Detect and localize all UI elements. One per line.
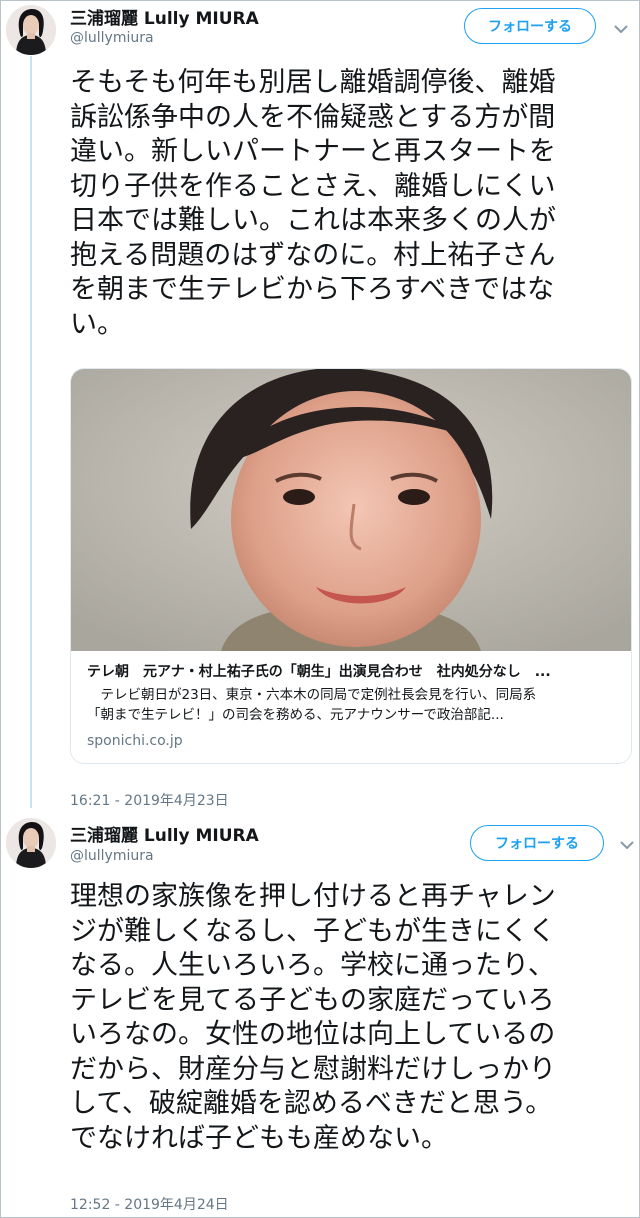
tweet-timestamp[interactable]: 16:21 - 2019年4月23日 (70, 790, 229, 810)
tweet-text-line: 切り子供を作ることさえ、離婚しにくい (70, 170, 556, 202)
tweet-text-line: 違い。新しいパートナーと再スタートを (70, 136, 556, 167)
tweet-text: 理想の家族像を押し付けると再チャレン ジが難しくなるし、子どもが生きにくく なる… (70, 880, 556, 1156)
author-name[interactable]: 三浦瑠麗 Lully MIURA (70, 821, 259, 846)
tweet-text-line: いろなの。女性の地位は向上しているの (70, 1019, 556, 1050)
avatar-portrait-icon (6, 5, 56, 55)
card-title[interactable]: テレ朝 元アナ・村上祐子氏の「朝生」出演見合わせ 社内処分なし ... (87, 661, 617, 681)
tweet-text-line: を朝まで生テレビから下ろすべきではな (70, 274, 555, 305)
tweet-text-line: でなければ子どもも産めない。 (70, 1122, 448, 1154)
card-photo (71, 369, 631, 651)
card-description: テレビ朝日が23日、東京・六本木の同局で定例社長会見を行い、同局系 「朝まで生テ… (87, 685, 617, 725)
tweet-text-line: だから、財産分与と慰謝料だけしっかり (70, 1053, 556, 1085)
tweet-text-line: い。 (70, 308, 124, 340)
link-card[interactable]: テレ朝 元アナ・村上祐子氏の「朝生」出演見合わせ 社内処分なし ... テレビ朝… (70, 368, 632, 764)
tweet-text-line: 抱える問題のはずなのに。村上祐子さん (70, 239, 556, 271)
tweet-timestamp[interactable]: 12:52 - 2019年4月24日 (70, 1194, 229, 1214)
follow-button[interactable]: フォローする (470, 825, 604, 861)
follow-button[interactable]: フォローする (464, 8, 596, 44)
tweet-text: そもそも何年も別居し離婚調停後、離婚 訴訟係争中の人を不倫疑惑とする方が間 違い… (70, 66, 556, 342)
card-description-line: テレビ朝日が23日、東京・六本木の同局で定例社長会見を行い、同局系 (87, 687, 537, 703)
chevron-down-icon[interactable] (612, 22, 630, 36)
author-handle[interactable]: @lullymiura (70, 30, 154, 46)
tweet-text-line: 訴訟係争中の人を不倫疑惑とする方が間 (70, 101, 556, 133)
author-handle[interactable]: @lullymiura (70, 848, 154, 864)
tweet-text-line: して、破綻離婚を認めるべきだと思う。 (70, 1088, 553, 1119)
avatar-portrait-icon (6, 818, 56, 868)
chevron-down-icon[interactable] (618, 838, 636, 852)
tweet-text-line: 理想の家族像を押し付けると再チャレン (70, 881, 556, 912)
tweet-text-line: テレビを見てる子どもの家庭だっていろ (70, 984, 555, 1016)
tweet-text-line: ジが難しくなるし、子どもが生きにくく (70, 915, 556, 947)
card-domain: sponichi.co.jp (87, 733, 183, 749)
card-description-line: 「朝まで生テレビ！」の司会を務める、元アナウンサーで政治部記... (87, 707, 504, 723)
author-name[interactable]: 三浦瑠麗 Lully MIURA (70, 4, 259, 29)
avatar[interactable] (6, 5, 56, 55)
tweet-text-line: 日本では難しい。これは本来多くの人が (70, 205, 556, 236)
tweet-text-line: そもそも何年も別居し離婚調停後、離婚 (70, 67, 556, 98)
tweet-text-line: なる。人生いろいろ。学校に通ったり、 (70, 950, 555, 981)
avatar[interactable] (6, 818, 56, 868)
thread-connector-line (30, 56, 32, 808)
